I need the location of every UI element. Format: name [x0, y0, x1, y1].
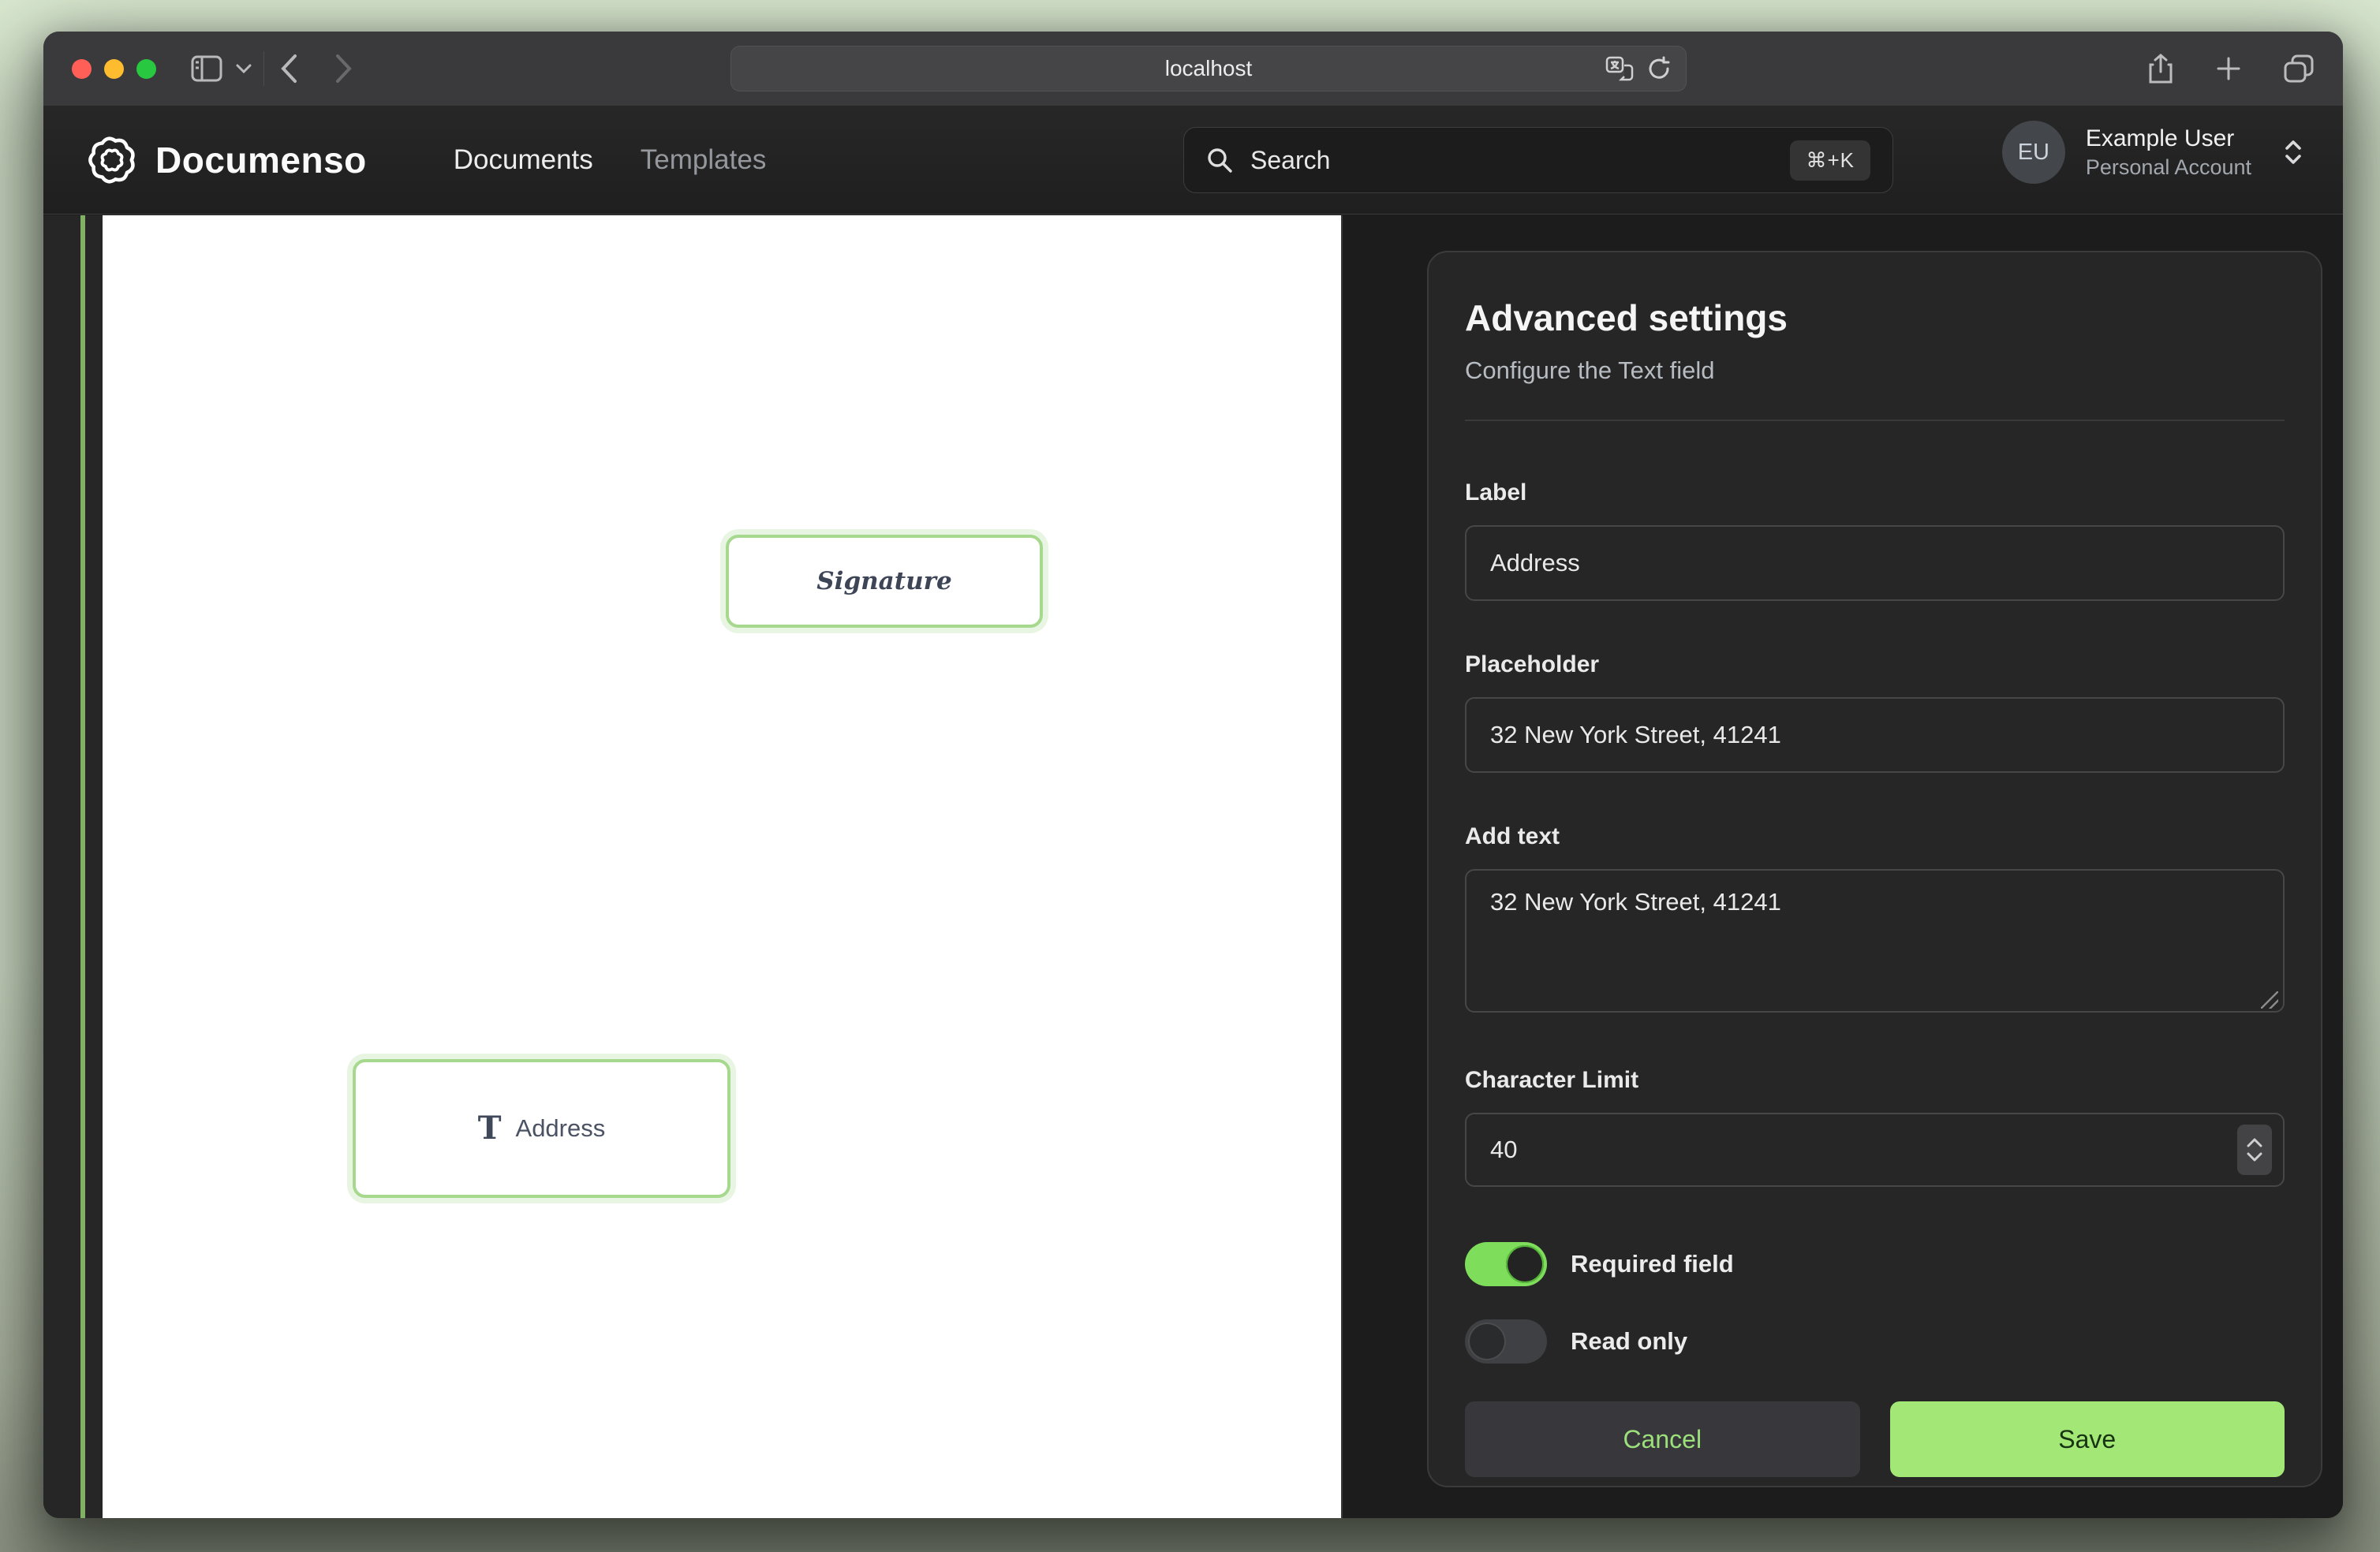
- charlimit-field-label: Character Limit: [1465, 1067, 2285, 1094]
- document-gutter: [43, 215, 103, 1518]
- search-input[interactable]: Search ⌘+K: [1183, 127, 1893, 193]
- user-account-type: Personal Account: [2086, 155, 2251, 180]
- main-content: Signature T Address Advanced settings Co…: [43, 215, 2343, 1518]
- required-field-label: Required field: [1571, 1250, 1734, 1278]
- url-text: localhost: [1165, 56, 1253, 81]
- new-tab-icon[interactable]: [2215, 55, 2242, 82]
- stepper-up-icon: [2247, 1138, 2262, 1147]
- stepper-down-icon: [2247, 1152, 2262, 1162]
- signature-field-label: Signature: [816, 567, 951, 595]
- zoom-window-button[interactable]: [136, 59, 156, 79]
- user-name: Example User: [2086, 125, 2251, 152]
- back-icon[interactable]: [280, 54, 297, 84]
- charlimit-value: 40: [1490, 1136, 1517, 1164]
- advanced-settings-panel: Advanced settings Configure the Text fie…: [1427, 251, 2322, 1487]
- tab-overview-icon[interactable]: [2283, 54, 2315, 84]
- translate-icon[interactable]: [1605, 56, 1634, 81]
- panel-title: Advanced settings: [1465, 297, 2285, 339]
- page-accent-line: [80, 215, 85, 1518]
- app-navbar: Documenso Documents Templates Search ⌘+K…: [43, 106, 2343, 215]
- titlebar-separator: [263, 51, 264, 86]
- sidebar-toggle-icon[interactable]: [191, 55, 222, 82]
- browser-window: localhost: [43, 32, 2343, 1518]
- nav-templates[interactable]: Templates: [639, 136, 768, 184]
- label-field-label: Label: [1465, 479, 2285, 506]
- nav-documents[interactable]: Documents: [452, 136, 595, 184]
- panel-divider: [1465, 420, 2285, 421]
- addtext-field-label: Add text: [1465, 823, 2285, 850]
- text-field-icon: T: [478, 1113, 502, 1144]
- reload-icon[interactable]: [1646, 56, 1672, 81]
- search-placeholder: Search: [1250, 146, 1330, 175]
- toggle-knob: [1468, 1323, 1506, 1360]
- toggle-knob: [1506, 1245, 1544, 1283]
- brand-name: Documenso: [155, 139, 367, 181]
- address-bar[interactable]: localhost: [730, 46, 1687, 91]
- documenso-logo-icon: [86, 134, 138, 186]
- tab-group-chevron-icon[interactable]: [235, 63, 252, 74]
- signature-field[interactable]: Signature: [726, 535, 1043, 628]
- search-shortcut-badge: ⌘+K: [1790, 140, 1870, 181]
- read-only-label: Read only: [1571, 1327, 1687, 1356]
- text-field-label: Address: [516, 1114, 606, 1143]
- text-field-address[interactable]: T Address: [353, 1059, 730, 1198]
- browser-titlebar: localhost: [43, 32, 2343, 106]
- required-field-toggle[interactable]: [1465, 1242, 1547, 1286]
- user-menu[interactable]: EU Example User Personal Account: [2002, 121, 2303, 184]
- save-button[interactable]: Save: [1890, 1401, 2285, 1477]
- minimize-window-button[interactable]: [104, 59, 124, 79]
- addtext-textarea[interactable]: 32 New York Street, 41241: [1465, 869, 2285, 1013]
- label-input[interactable]: [1465, 525, 2285, 601]
- number-stepper[interactable]: [2237, 1125, 2272, 1175]
- chevron-up-down-icon: [2283, 139, 2303, 166]
- settings-sidebar: Advanced settings Configure the Text fie…: [1343, 215, 2343, 1518]
- brand[interactable]: Documenso: [86, 134, 367, 186]
- window-controls: [72, 59, 156, 79]
- placeholder-field-label: Placeholder: [1465, 651, 2285, 678]
- nav-links: Documents Templates: [452, 136, 768, 184]
- read-only-toggle[interactable]: [1465, 1319, 1547, 1364]
- forward-icon[interactable]: [335, 54, 353, 84]
- pdf-page: Signature T Address: [103, 215, 1341, 1518]
- close-window-button[interactable]: [72, 59, 92, 79]
- panel-subtitle: Configure the Text field: [1465, 356, 2285, 385]
- cancel-button[interactable]: Cancel: [1465, 1401, 1860, 1477]
- charlimit-input[interactable]: 40: [1465, 1113, 2285, 1187]
- share-icon[interactable]: [2147, 53, 2174, 84]
- search-icon: [1206, 147, 1233, 173]
- avatar: EU: [2002, 121, 2065, 184]
- placeholder-input[interactable]: [1465, 697, 2285, 773]
